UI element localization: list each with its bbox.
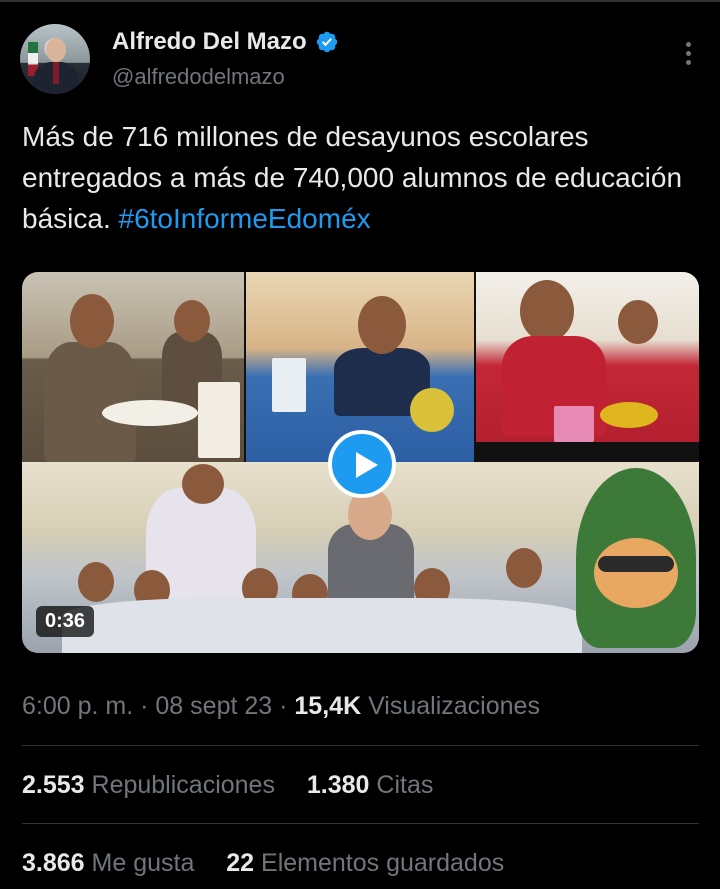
hashtag-link[interactable]: #6toInformeEdoméx	[119, 203, 371, 234]
likes-label: Me gusta	[91, 849, 195, 877]
quotes-count: 1.380	[306, 771, 370, 799]
divider	[22, 823, 699, 824]
mascot-graphic	[576, 468, 696, 648]
meta-separator: ·	[140, 692, 149, 720]
top-divider	[0, 0, 720, 2]
tweet-text: Más de 716 millones de desayunos escolar…	[22, 116, 698, 239]
handle[interactable]: @alfredodelmazo	[112, 64, 285, 90]
bookmarks-count: 22	[226, 849, 255, 877]
tweet-time[interactable]: 6:00 p. m.	[22, 692, 133, 720]
display-name[interactable]: Alfredo Del Mazo	[112, 28, 307, 56]
play-button[interactable]	[328, 430, 396, 498]
stats-row-2: 3.866 Me gusta 22 Elementos guardados	[22, 849, 504, 878]
quotes-label: Citas	[376, 771, 434, 799]
video-duration-badge: 0:36	[36, 606, 95, 637]
avatar-head	[46, 38, 66, 62]
video-media[interactable]: 0:36	[22, 272, 699, 653]
stats-row-1: 2.553 Republicaciones 1.380 Citas	[22, 771, 433, 800]
name-row: Alfredo Del Mazo	[112, 28, 339, 56]
bookmarks-label: Elementos guardados	[261, 849, 505, 877]
reposts-label: Republicaciones	[91, 771, 275, 799]
quotes-stat[interactable]: 1.380 Citas	[307, 771, 433, 799]
play-icon	[356, 452, 378, 478]
photo-tile-1	[22, 272, 244, 462]
verified-badge-icon	[316, 31, 337, 53]
reposts-stat[interactable]: 2.553 Republicaciones	[22, 771, 282, 799]
photo-tile-3	[476, 272, 699, 442]
reposts-count: 2.553	[22, 771, 85, 799]
avatar-tie	[53, 62, 59, 84]
likes-count: 3.866	[22, 849, 85, 877]
avatar[interactable]	[20, 24, 90, 94]
views-label: Visualizaciones	[368, 692, 540, 720]
more-options-icon[interactable]	[684, 42, 692, 66]
tweet-date[interactable]: 08 sept 23	[155, 692, 272, 720]
views-count: 15,4K	[294, 692, 362, 720]
meta-separator: ·	[279, 692, 288, 720]
bookmarks-stat[interactable]: 22 Elementos guardados	[226, 849, 504, 877]
tweet-metadata: 6:00 p. m. · 08 sept 23 · 15,4K Visualiz…	[22, 692, 540, 721]
divider	[22, 745, 699, 746]
likes-stat[interactable]: 3.866 Me gusta	[22, 849, 201, 877]
tweet-header: Alfredo Del Mazo @alfredodelmazo	[20, 24, 700, 98]
